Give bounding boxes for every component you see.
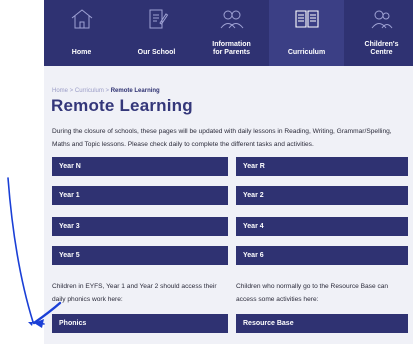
- page: Home Our School Information for Parents …: [44, 0, 413, 344]
- nav-label-information-for-parents: Information for Parents: [212, 41, 251, 56]
- breadcrumb-home[interactable]: Home: [52, 88, 68, 94]
- year-2-button[interactable]: Year 2: [236, 186, 408, 205]
- breadcrumb-separator: >: [68, 88, 75, 94]
- open-book-icon: [294, 8, 320, 30]
- breadcrumb-current: Remote Learning: [110, 88, 160, 94]
- nav-label-childrens-centre: Children's Centre: [364, 41, 399, 56]
- year-4-button[interactable]: Year 4: [236, 217, 408, 236]
- year-n-button[interactable]: Year N: [52, 157, 228, 176]
- nav-label-our-school: Our School: [137, 49, 176, 56]
- year-3-button[interactable]: Year 3: [52, 217, 228, 236]
- nav-label-curriculum: Curriculum: [287, 49, 326, 56]
- nav-item-curriculum[interactable]: Curriculum: [269, 0, 344, 66]
- year-1-button[interactable]: Year 1: [52, 186, 228, 205]
- resource-base-note: Children who normally go to the Resource…: [236, 283, 389, 303]
- parents-icon: [219, 8, 245, 30]
- nav-label-home: Home: [71, 49, 92, 56]
- year-6-button[interactable]: Year 6: [236, 246, 408, 265]
- home-icon: [69, 8, 95, 30]
- document-pen-icon: [144, 8, 170, 30]
- year-r-button[interactable]: Year R: [236, 157, 408, 176]
- nav-item-our-school[interactable]: Our School: [119, 0, 194, 66]
- intro-text: During the closure of schools, these pag…: [52, 128, 392, 148]
- year-5-button[interactable]: Year 5: [52, 246, 228, 265]
- main-content: Home > Curriculum > Remote Learning Remo…: [44, 66, 413, 344]
- main-nav: Home Our School Information for Parents …: [44, 0, 413, 66]
- breadcrumb-separator: >: [103, 88, 111, 94]
- resource-base-button[interactable]: Resource Base: [236, 314, 408, 333]
- phonics-button[interactable]: Phonics: [52, 314, 228, 333]
- nav-item-home[interactable]: Home: [44, 0, 119, 66]
- nav-item-childrens-centre[interactable]: Children's Centre: [344, 0, 413, 66]
- page-title: Remote Learning: [51, 96, 193, 115]
- breadcrumb-curriculum[interactable]: Curriculum: [75, 88, 104, 94]
- breadcrumb: Home > Curriculum > Remote Learning: [52, 88, 160, 94]
- children-icon: [369, 8, 395, 30]
- nav-item-information-for-parents[interactable]: Information for Parents: [194, 0, 269, 66]
- phonics-note: Children in EYFS, Year 1 and Year 2 shou…: [52, 283, 217, 303]
